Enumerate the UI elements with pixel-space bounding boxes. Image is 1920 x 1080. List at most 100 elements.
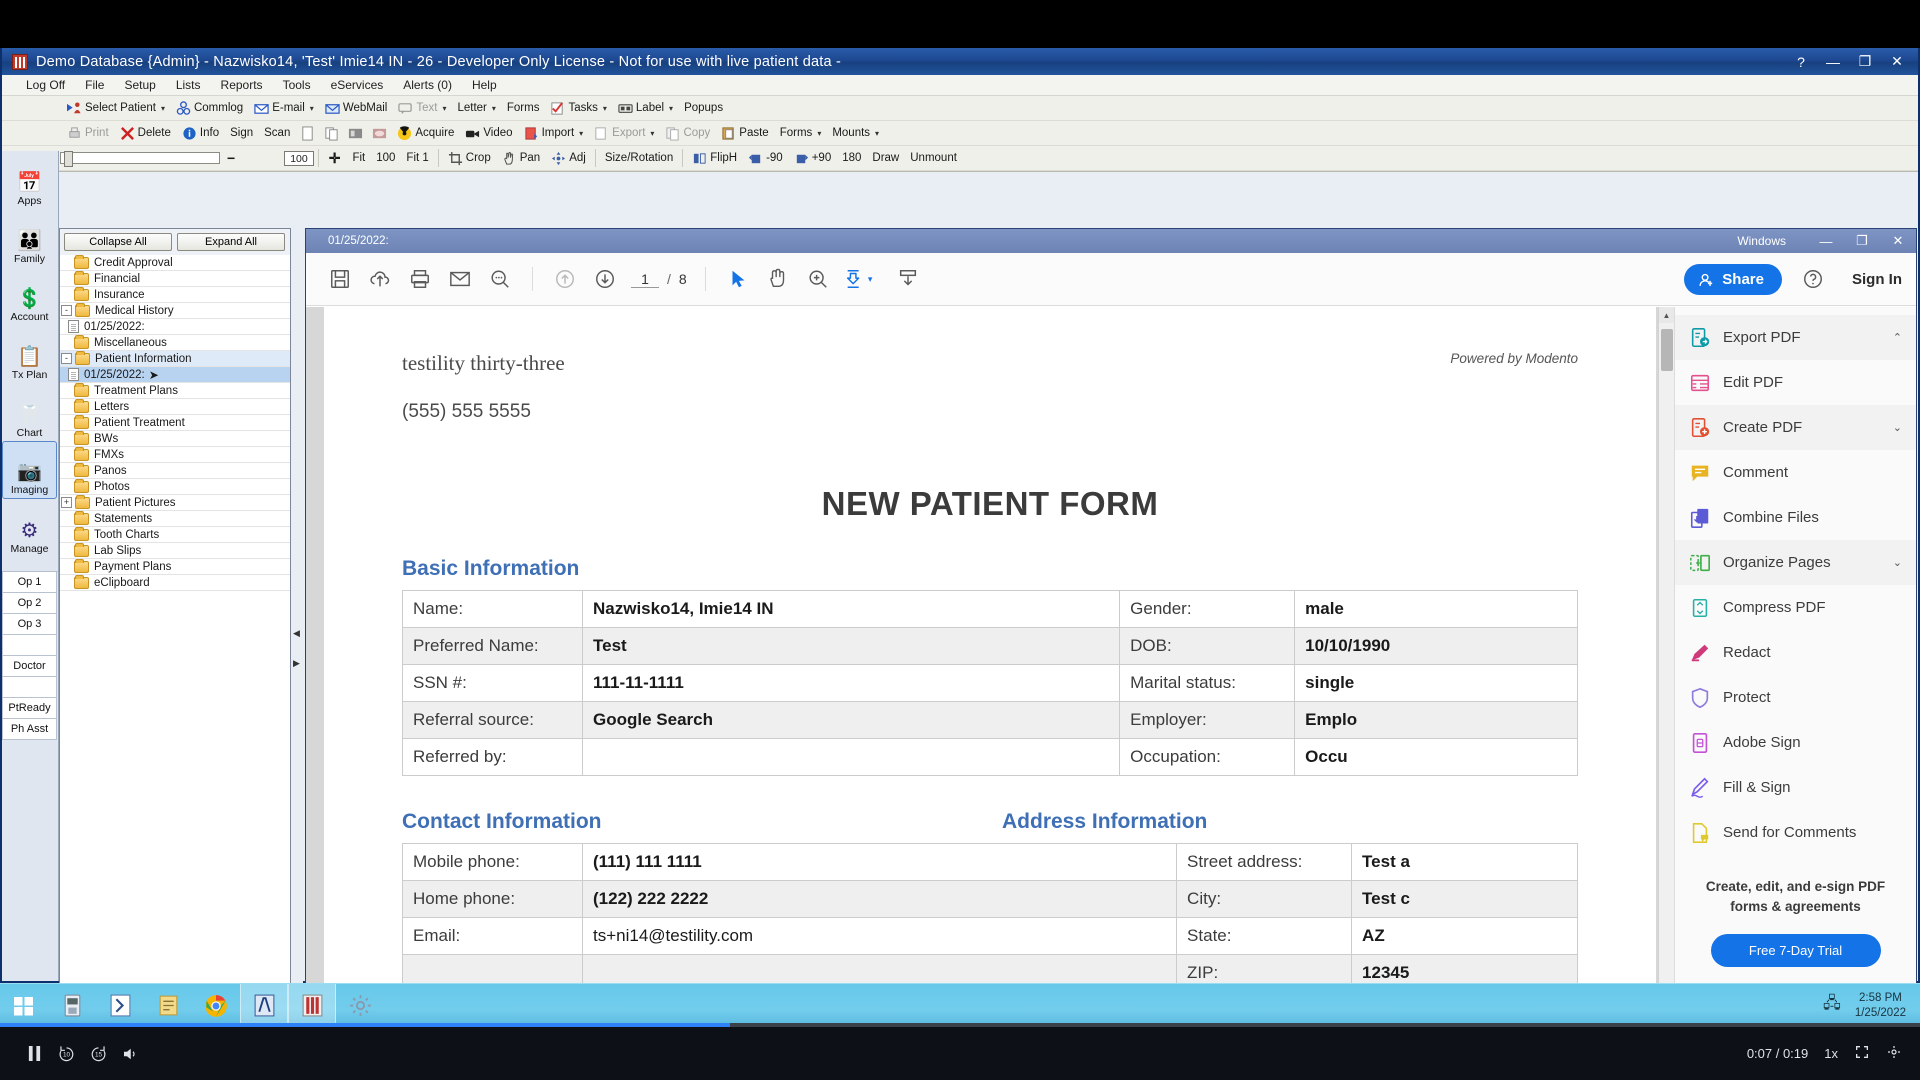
op-button-doctor[interactable]: Doctor [2,656,57,677]
settings-icon[interactable] [336,984,384,1028]
scroll-up-arrow-icon[interactable]: ▲ [1659,307,1674,323]
toolbar-forms[interactable]: Forms [502,101,545,115]
menu-item-setup[interactable]: Setup [114,76,165,94]
toolbar-print[interactable]: Print [62,125,114,141]
tree-item-payment-plans[interactable]: Payment Plans [60,558,290,575]
chevron-down-icon[interactable]: ▾ [868,274,873,285]
menu-item-reports[interactable]: Reports [211,76,273,94]
print-icon[interactable] [400,259,440,299]
tool-fill-and-sign[interactable]: Fill & Sign [1675,765,1916,810]
op-button-ptready[interactable]: PtReady [2,698,57,719]
toolbar-email[interactable]: E-mail ▾ [249,100,319,116]
toolbar-sign[interactable]: Sign [225,126,258,140]
pdf-vertical-scrollbar[interactable]: ▲ ▼ [1658,307,1674,1032]
op-button-1[interactable]: Op 1 [2,572,57,593]
tree-item-medical-history-doc[interactable]: 01/25/2022: [60,319,290,335]
tool-adobe-sign[interactable]: Adobe Sign [1675,720,1916,765]
tree-item-statements[interactable]: Statements [60,510,290,527]
tree-item-miscellaneous[interactable]: Miscellaneous [60,334,290,351]
tree-item-financial[interactable]: Financial [60,270,290,287]
save-icon[interactable] [320,259,360,299]
tree-item-credit-approval[interactable]: Credit Approval [60,254,290,271]
toolbar-commlog[interactable]: Commlog [171,100,248,116]
toolbar-tasks[interactable]: Tasks ▾ [545,100,611,116]
toolbar-label[interactable]: Label ▾ [613,100,678,116]
tree-item-letters[interactable]: Letters [60,398,290,415]
intraoral-photo-icon[interactable] [372,126,387,140]
tree-item-insurance[interactable]: Insurance [60,286,290,303]
dentrix-icon[interactable] [240,983,288,1028]
menu-item-help[interactable]: Help [462,76,507,94]
tool-combine-files[interactable]: Combine Files [1675,495,1916,540]
chevron-down-icon[interactable]: ▾ [650,129,654,138]
chrome-icon[interactable] [192,984,240,1028]
minimize-button[interactable]: — [1818,51,1848,73]
tree-item-patient-pictures[interactable]: + Patient Pictures [60,494,290,511]
tool-compress-pdf[interactable]: Compress PDF [1675,585,1916,630]
notes-icon[interactable] [144,984,192,1028]
tree-item-bws[interactable]: BWs [60,430,290,447]
sign-in-button[interactable]: Sign In [1852,271,1902,288]
tree-item-fmxs[interactable]: FMXs [60,446,290,463]
imaging-icon[interactable] [288,983,336,1028]
zoom-slider-thumb[interactable] [64,151,73,167]
scrollbar-thumb[interactable] [1661,329,1673,371]
rotate-180-button[interactable]: 180 [837,151,866,165]
draw-button[interactable]: Draw [867,151,904,165]
free-trial-button[interactable]: Free 7-Day Trial [1710,934,1881,968]
help-icon[interactable] [1796,262,1830,296]
zoom-in-icon[interactable] [798,259,838,299]
chevron-down-icon[interactable]: ▾ [669,104,673,113]
toolbar-paste[interactable]: Paste [716,125,773,141]
fit-one-button[interactable]: Fit 1 [401,151,433,165]
expand-expander-icon[interactable]: + [61,497,72,508]
toolbar-acquire[interactable]: Acquire [392,125,459,141]
toolbar-mounts[interactable]: Mounts ▾ [827,126,884,140]
module-chart[interactable]: 🦷 Chart [2,383,57,441]
close-button[interactable]: ✕ [1882,51,1912,73]
tree-item-tooth-charts[interactable]: Tooth Charts [60,526,290,543]
tree-item-lab-slips[interactable]: Lab Slips [60,542,290,559]
toolbar-popups[interactable]: Popups [679,101,728,115]
menu-item-lists[interactable]: Lists [166,76,211,94]
toolbar-webmail[interactable]: WebMail [320,100,393,116]
tree-item-eclipboard[interactable]: eClipboard [60,574,290,591]
page-icon[interactable] [300,126,315,141]
code-icon[interactable] [96,984,144,1028]
tree-item-patient-information[interactable]: - Patient Information [60,350,290,367]
pdf-maximize-button[interactable]: ❐ [1844,229,1880,253]
expand-right-arrow-icon[interactable]: ▶ [293,658,300,669]
hand-tool-icon[interactable] [758,259,798,299]
fit-button[interactable]: Fit [347,151,370,165]
toolbar-import[interactable]: Import ▾ [519,125,589,141]
chevron-down-icon[interactable]: ▾ [161,104,165,113]
tool-comment[interactable]: Comment [1675,450,1916,495]
menu-item-tools[interactable]: Tools [273,76,321,94]
chevron-down-icon[interactable]: ▾ [875,129,879,138]
collapse-expander-icon[interactable]: - [61,353,72,364]
xray-thumbnail-icon[interactable] [348,126,363,140]
pan-button[interactable]: Pan [497,150,545,166]
page-fit-icon[interactable]: ▾ [838,259,878,299]
menu-item-eservices[interactable]: eServices [321,76,394,94]
expand-all-button[interactable]: Expand All [177,233,285,251]
chevron-down-icon[interactable]: ▾ [579,129,583,138]
menu-item-alerts[interactable]: Alerts (0) [393,76,462,94]
tree-item-treatment-plans[interactable]: Treatment Plans [60,382,290,399]
module-family[interactable]: 👪 Family [2,209,57,267]
search-icon[interactable] [480,259,520,299]
tool-send-for-comments[interactable]: Send for Comments [1675,810,1916,855]
windows-menu-label[interactable]: Windows [1737,234,1786,248]
adjust-button[interactable]: Adj [546,150,591,166]
next-page-icon[interactable] [585,259,625,299]
rotate-left-button[interactable]: -90 [743,150,788,166]
module-apps[interactable]: 📅 Apps [2,151,57,209]
tool-create-pdf[interactable]: Create PDF ⌄ [1675,405,1916,450]
video-progress-bar[interactable] [0,1023,1920,1027]
op-button-2[interactable]: Op 2 [2,593,57,614]
tree-item-photos[interactable]: Photos [60,478,290,495]
menu-item-logoff[interactable]: Log Off [16,76,75,94]
toolbar-info[interactable]: Info [177,125,224,141]
collapse-expander-icon[interactable]: - [61,305,72,316]
settings-gear-icon[interactable] [1886,1044,1902,1063]
